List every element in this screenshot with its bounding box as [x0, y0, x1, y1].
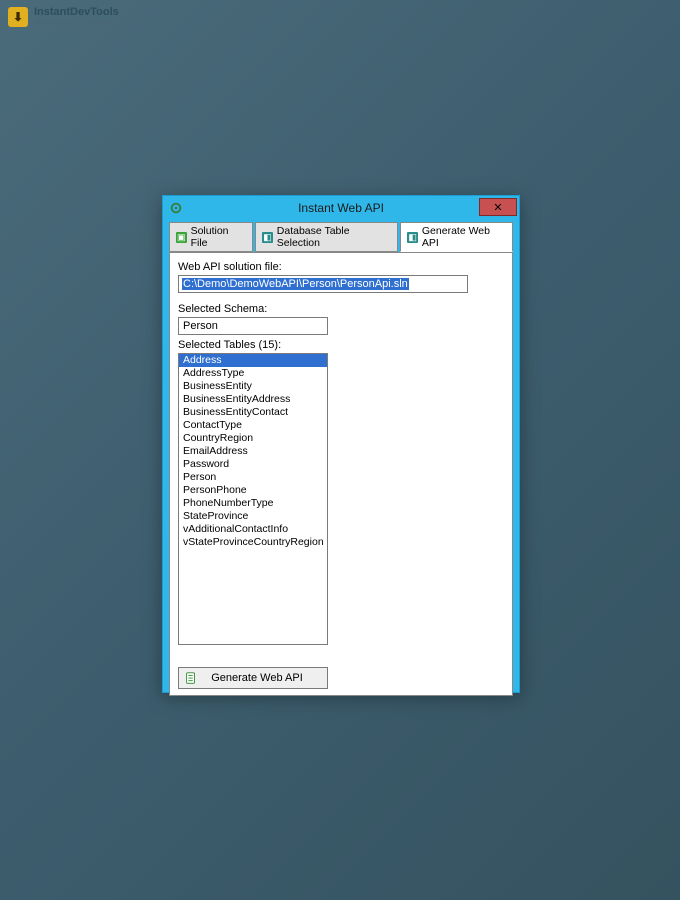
- gear-icon: [169, 201, 183, 215]
- tab-solution-file[interactable]: ▣ Solution File: [169, 222, 253, 252]
- tab-database-table-selection[interactable]: ◧ Database Table Selection: [255, 222, 398, 252]
- solution-file-label: Web API solution file:: [178, 261, 504, 273]
- generate-button-label: Generate Web API: [203, 672, 327, 684]
- table-row[interactable]: Address: [179, 354, 327, 367]
- database-icon: ◧: [262, 232, 273, 243]
- close-icon: ✕: [493, 201, 502, 214]
- schema-field[interactable]: Person: [178, 317, 328, 335]
- table-row[interactable]: CountryRegion: [179, 432, 327, 445]
- table-row[interactable]: AddressType: [179, 367, 327, 380]
- desktop-shortcut[interactable]: ⬇ InstantDevTools developer's paradise: [8, 6, 119, 28]
- table-row[interactable]: vAdditionalContactInfo: [179, 523, 327, 536]
- tab-panel-generate: Web API solution file: C:\Demo\DemoWebAP…: [169, 252, 513, 696]
- table-row[interactable]: ContactType: [179, 419, 327, 432]
- instant-web-api-dialog: Instant Web API ✕ ▣ Solution File ◧ Data…: [162, 195, 520, 693]
- table-row[interactable]: PersonPhone: [179, 484, 327, 497]
- solution-file-field[interactable]: C:\Demo\DemoWebAPI\Person\PersonApi.sln: [178, 275, 468, 293]
- generate-web-api-button[interactable]: Generate Web API: [178, 667, 328, 689]
- tab-label: Generate Web API: [422, 225, 506, 249]
- generate-icon: ◧: [407, 232, 418, 243]
- table-row[interactable]: StateProvince: [179, 510, 327, 523]
- table-row[interactable]: BusinessEntityContact: [179, 406, 327, 419]
- tab-label: Database Table Selection: [277, 225, 392, 249]
- desktop-shortcut-subtitle: developer's paradise: [34, 18, 119, 28]
- app-logo-icon: ⬇: [8, 7, 28, 27]
- titlebar[interactable]: Instant Web API ✕: [163, 196, 519, 220]
- table-row[interactable]: EmailAddress: [179, 445, 327, 458]
- tables-label: Selected Tables (15):: [178, 339, 504, 351]
- solution-file-value: C:\Demo\DemoWebAPI\Person\PersonApi.sln: [182, 278, 409, 290]
- tab-generate-web-api[interactable]: ◧ Generate Web API: [400, 222, 513, 252]
- schema-label: Selected Schema:: [178, 303, 504, 315]
- table-row[interactable]: Person: [179, 471, 327, 484]
- table-row[interactable]: PhoneNumberType: [179, 497, 327, 510]
- tab-strip: ▣ Solution File ◧ Database Table Selecti…: [163, 220, 519, 252]
- dialog-title: Instant Web API: [163, 201, 519, 215]
- table-row[interactable]: BusinessEntity: [179, 380, 327, 393]
- file-icon: ▣: [176, 232, 187, 243]
- tab-label: Solution File: [191, 225, 247, 249]
- schema-value: Person: [183, 320, 218, 332]
- table-row[interactable]: Password: [179, 458, 327, 471]
- generate-icon: [183, 670, 199, 686]
- close-button[interactable]: ✕: [479, 198, 517, 216]
- table-row[interactable]: BusinessEntityAddress: [179, 393, 327, 406]
- table-row[interactable]: vStateProvinceCountryRegion: [179, 536, 327, 549]
- tables-listbox[interactable]: AddressAddressTypeBusinessEntityBusiness…: [178, 353, 328, 645]
